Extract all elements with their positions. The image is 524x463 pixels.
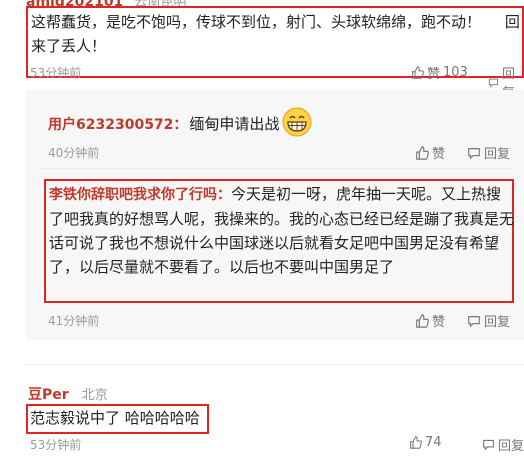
comment-1-like-label: 赞 [427, 67, 441, 82]
reply-icon [468, 315, 480, 328]
reply-1-username[interactable]: 用户6232300572 [48, 114, 173, 134]
reply-icon [468, 147, 480, 160]
comment-1: amid202101 云南昆明 这帮蠢货，是吃不饱吗，传球不到位，射门、头球软绵… [0, 0, 524, 101]
reply-2: 李铁你辞职吧我求你了行吗：今天是初一呀，虎年抽一天呢。又上热搜了吧我真的好想骂人… [26, 168, 524, 340]
comment-2-location: 北京 [81, 388, 108, 403]
reply-2-body: 李铁你辞职吧我求你了行吗：今天是初一呀，虎年抽一天呢。又上热搜了吧我真的好想骂人… [49, 182, 515, 279]
reply-1-text: 缅甸申请出战 [189, 115, 280, 133]
comment-2-like-button[interactable]: 74 [409, 435, 442, 450]
comment-2-reply-label: 回复 [498, 439, 524, 454]
reply-2-colon: ： [217, 187, 231, 203]
comment-2-reply-button[interactable]: 回复 [482, 435, 524, 454]
comment-2-header: 豆Per 北京 [28, 384, 108, 404]
comment-1-text: 这帮蠢货，是吃不饱吗，传球不到位，射门、头球软绵绵，跑不动！ 回来了丢人！ [31, 13, 520, 55]
reply-2-username[interactable]: 李铁你辞职吧我求你了行吗 [49, 187, 217, 203]
comment-2-like-count: 74 [425, 435, 442, 450]
reply-1-time: 40分钟前 [48, 146, 100, 160]
thumbs-up-icon [416, 313, 429, 328]
reply-icon [488, 78, 499, 88]
comment-1-time: 53分钟前 [30, 66, 82, 80]
reply-1-colon: ： [173, 117, 188, 133]
reply-2-like-button[interactable]: 赞 [415, 311, 445, 330]
comment-1-like-button[interactable]: 赞 103 [411, 63, 468, 82]
reply-1-reply-label: 回复 [484, 147, 511, 162]
comment-2: 豆Per 北京 范志毅说中了 哈哈哈哈哈 53分钟前 74 回复 [0, 364, 524, 463]
reply-1: 用户6232300572 ： 缅甸申请出战 40分钟前 赞 回复 [26, 90, 524, 165]
reply-2-reply-button[interactable]: 回复 [467, 311, 510, 330]
thumbs-up-icon [410, 436, 422, 449]
reply-1-like-button[interactable]: 赞 [415, 143, 445, 162]
reply-2-reply-label: 回复 [484, 315, 511, 330]
comment-2-text: 范志毅说中了 哈哈哈哈哈 [30, 409, 200, 427]
reply-1-reply-button[interactable]: 回复 [467, 143, 510, 162]
thumbs-up-icon [416, 145, 429, 160]
grinning-face-icon [282, 107, 312, 137]
reply-1-like-label: 赞 [432, 147, 446, 162]
comment-2-time: 53分钟前 [30, 438, 82, 452]
reply-1-line: 用户6232300572 ： 缅甸申请出战 [48, 107, 313, 138]
reply-icon [483, 439, 494, 451]
comment-1-like-count: 103 [443, 65, 468, 80]
reply-2-time: 41分钟前 [48, 314, 100, 328]
thumbs-up-icon [412, 66, 424, 79]
comment-2-username[interactable]: 豆Per [28, 387, 69, 403]
reply-2-like-label: 赞 [432, 315, 446, 330]
